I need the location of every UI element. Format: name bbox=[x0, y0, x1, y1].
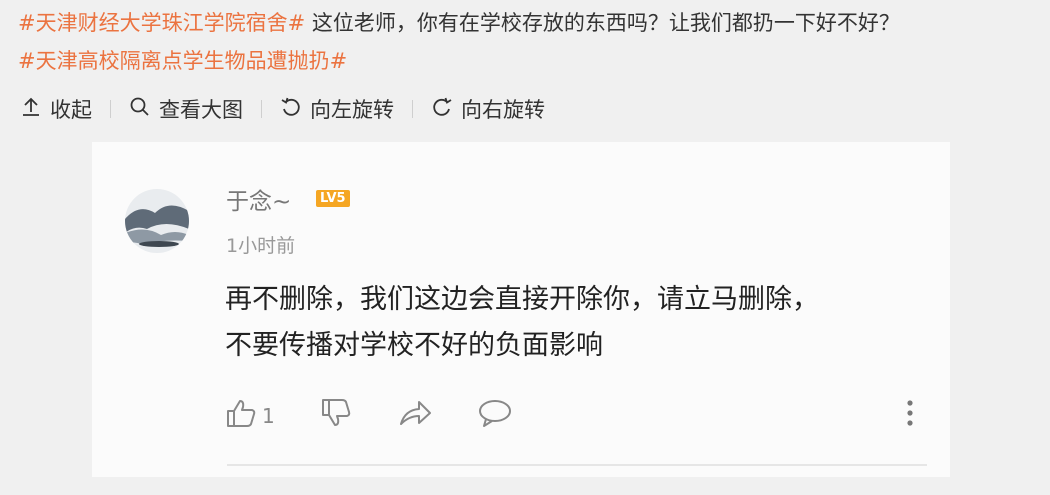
rotate-right-label: 向右旋转 bbox=[461, 98, 545, 122]
comment-screenshot-card: 于念~ LV5 1小时前 再不删除，我们这边会直接开除你，请立马删除， 不要传播… bbox=[92, 142, 950, 477]
rotate-right-button[interactable]: 向右旋转 bbox=[431, 94, 545, 124]
reply-button[interactable] bbox=[477, 396, 513, 435]
search-icon bbox=[129, 96, 159, 123]
image-toolbar: 收起 查看大图 向左旋转 向右旋转 bbox=[20, 92, 545, 126]
view-large-label: 查看大图 bbox=[159, 98, 243, 122]
comment-text: 再不删除，我们这边会直接开除你，请立马删除， 不要传播对学校不好的负面影响 bbox=[225, 277, 925, 369]
collapse-button[interactable]: 收起 bbox=[20, 94, 92, 124]
toolbar-divider bbox=[261, 100, 262, 118]
thumbs-up-icon bbox=[224, 396, 258, 435]
comment-text-line: 再不删除，我们这边会直接开除你，请立马删除， bbox=[225, 284, 819, 315]
comment-icon bbox=[477, 396, 513, 435]
post-text: #天津财经大学珠江学院宿舍# 这位老师，你有在学校存放的东西吗？让我们都扔一下好… bbox=[18, 4, 1038, 80]
level-badge: LV5 bbox=[316, 190, 350, 207]
upload-icon bbox=[20, 96, 50, 123]
more-button[interactable] bbox=[904, 398, 916, 432]
like-button[interactable]: 1 bbox=[224, 396, 275, 435]
rotate-right-icon bbox=[431, 96, 461, 123]
rotate-left-icon bbox=[280, 96, 310, 123]
thumbs-down-icon bbox=[319, 396, 353, 435]
comment-time: 1小时前 bbox=[226, 235, 296, 257]
like-count: 1 bbox=[262, 403, 275, 428]
toolbar-divider bbox=[412, 100, 413, 118]
rotate-left-button[interactable]: 向左旋转 bbox=[280, 94, 394, 124]
toolbar-divider bbox=[110, 100, 111, 118]
rotate-left-label: 向左旋转 bbox=[310, 98, 394, 122]
divider bbox=[227, 464, 927, 466]
avatar[interactable] bbox=[125, 189, 189, 253]
collapse-label: 收起 bbox=[50, 98, 92, 122]
share-icon bbox=[397, 396, 433, 435]
topic-link-dormitory[interactable]: #天津财经大学珠江学院宿舍# bbox=[18, 11, 305, 35]
view-large-button[interactable]: 查看大图 bbox=[129, 94, 243, 124]
comment-actions: 1 bbox=[224, 396, 557, 435]
more-icon bbox=[904, 400, 916, 432]
topic-link-isolation[interactable]: #天津高校隔离点学生物品遭抛扔# bbox=[18, 49, 347, 73]
dislike-button[interactable] bbox=[319, 396, 353, 435]
post-body: 这位老师，你有在学校存放的东西吗？让我们都扔一下好不好？ bbox=[305, 11, 900, 35]
comment-text-line: 不要传播对学校不好的负面影响 bbox=[225, 330, 603, 361]
share-button[interactable] bbox=[397, 396, 433, 435]
comment-username[interactable]: 于念~ bbox=[226, 182, 291, 216]
